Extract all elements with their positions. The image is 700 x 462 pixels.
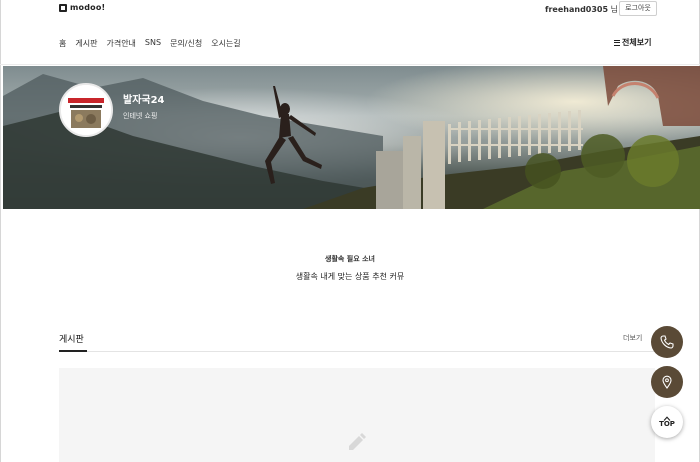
board-section-title[interactable]: 게시판 <box>59 332 84 345</box>
nav-item-home[interactable]: 홈 <box>59 38 66 49</box>
scroll-top-button[interactable]: TOP <box>651 406 683 438</box>
user-suffix: 님 <box>610 5 618 14</box>
user-greeting: freehand0305 님 <box>545 4 618 15</box>
phone-icon <box>660 335 674 349</box>
logo-icon <box>59 3 67 12</box>
board-divider <box>59 351 657 352</box>
nav-item-pricing[interactable]: 가격안내 <box>106 38 135 49</box>
hero-title: 발자국24 <box>123 95 165 106</box>
pencil-icon <box>349 433 366 450</box>
hero-subtitle: 인테넷 쇼핑 <box>123 112 158 120</box>
location-button[interactable] <box>651 366 683 398</box>
board-more-link[interactable]: 더보기 <box>623 333 642 343</box>
all-menu-button[interactable]: 전체보기 <box>614 37 651 48</box>
logo-text: modoo! <box>70 3 106 12</box>
user-id: freehand0305 <box>545 5 609 14</box>
nav-divider <box>0 64 700 65</box>
intro-headline: 생활속 내게 맞는 상품 추천 커뮤 <box>295 272 405 281</box>
logout-button[interactable]: 로그아웃 <box>619 1 657 16</box>
hero-banner: 발자국24 인테넷 쇼핑 <box>3 66 700 209</box>
intro-caption: 생활속 필요 소녀 <box>325 255 375 263</box>
lifestyle-logo-image <box>61 85 111 135</box>
site-logo[interactable]: modoo! <box>59 3 105 12</box>
top-bar: modoo! freehand0305 님 로그아웃 <box>0 0 700 18</box>
profile-avatar[interactable] <box>59 83 113 137</box>
window-left-border <box>0 0 1 462</box>
nav-item-inquiry[interactable]: 문의/신청 <box>170 38 202 49</box>
scroll-top-label: TOP <box>659 420 675 428</box>
nav-item-directions[interactable]: 오시는길 <box>211 38 240 49</box>
phone-button[interactable] <box>651 326 683 358</box>
main-nav: 홈 게시판 가격안내 SNS 문의/신청 오시는길 <box>59 38 241 49</box>
nav-item-board[interactable]: 게시판 <box>75 38 97 49</box>
nav-item-sns[interactable]: SNS <box>145 38 161 49</box>
menu-icon <box>614 39 620 46</box>
map-pin-icon <box>662 375 672 389</box>
all-menu-label: 전체보기 <box>622 38 652 47</box>
board-title-underline <box>59 350 87 352</box>
